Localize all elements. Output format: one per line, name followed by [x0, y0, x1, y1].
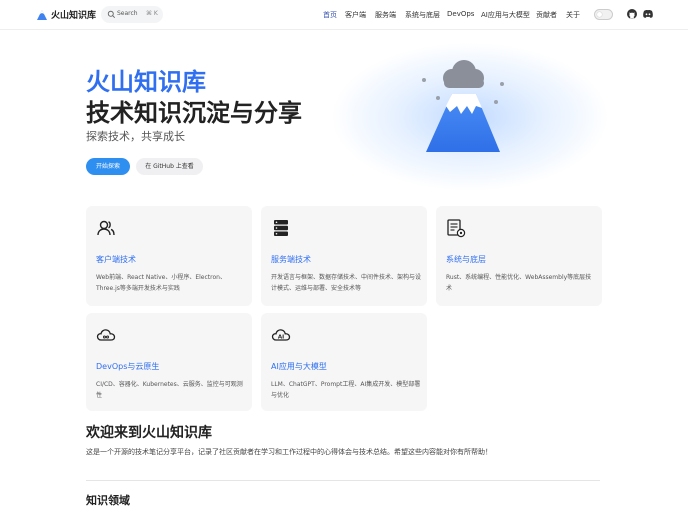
search-button[interactable]: Search ⌘ K: [101, 6, 163, 23]
feature-card-client[interactable]: 客户端技术 Web前端、React Native、小程序、Electron、Th…: [86, 206, 252, 306]
feature-desc: Rust、系统编程、性能优化、WebAssembly等底层技术: [446, 274, 592, 292]
svg-text:AI: AI: [278, 334, 284, 340]
feature-title: 客户端技术: [96, 255, 136, 264]
volcano-illustration-icon: [422, 60, 504, 152]
feature-card-devops[interactable]: DevOps与云原生 CI/CD、容器化、Kubernetes、云服务、监控与可…: [86, 313, 252, 411]
start-explore-button[interactable]: 开始探索: [86, 158, 130, 175]
feature-title: 服务端技术: [271, 255, 311, 264]
github-icon[interactable]: [626, 8, 638, 20]
feature-card-system[interactable]: 系统与底层 Rust、系统编程、性能优化、WebAssembly等底层技术: [436, 206, 602, 306]
nav-contributors[interactable]: 贡献者: [536, 10, 557, 20]
hero-tagline: 探索技术，共享成长: [86, 130, 185, 143]
welcome-text: 这是一个开源的技术笔记分享平台，记录了社区贡献者在学习和工作过程中的心得体会与技…: [86, 448, 492, 456]
feature-title: AI应用与大模型: [271, 362, 327, 371]
nav-devops[interactable]: DevOps: [447, 10, 474, 18]
feature-desc: 开发语言与框架、数据存储技术、中间件技术、架构与设计模式、运维与部署、安全技术等: [271, 274, 422, 292]
ai-icon: AI: [271, 329, 291, 341]
search-label: Search: [117, 10, 138, 17]
section-title: 知识领域: [86, 494, 130, 507]
feature-desc: CI/CD、容器化、Kubernetes、云服务、监控与可观测性: [96, 381, 243, 399]
feature-card-server[interactable]: 服务端技术 开发语言与框架、数据存储技术、中间件技术、架构与设计模式、运维与部署…: [261, 206, 427, 306]
hero-name: 火山知识库: [86, 68, 206, 96]
theme-toggle[interactable]: [594, 9, 613, 20]
nav-client[interactable]: 客户端: [345, 10, 366, 20]
search-shortcut: ⌘ K: [146, 10, 158, 17]
nav-server[interactable]: 服务端: [375, 10, 396, 20]
cloud-icon: [96, 329, 116, 341]
feature-card-ai[interactable]: AI AI应用与大模型 LLM、ChatGPT、Prompt工程、AI集成开发、…: [261, 313, 427, 411]
top-nav: 火山知识库 Search ⌘ K 首页 客户端 服务端 系统与底层 DevOps…: [0, 0, 688, 30]
users-icon: [97, 220, 115, 236]
nav-ai[interactable]: AI应用与大模型: [481, 10, 530, 20]
search-icon: [107, 10, 116, 19]
nav-home[interactable]: 首页: [323, 10, 337, 20]
site-title[interactable]: 火山知识库: [51, 8, 96, 21]
feature-title: 系统与底层: [446, 255, 486, 264]
welcome-title: 欢迎来到火山知识库: [86, 425, 212, 441]
hero-text: 技术知识沉淀与分享: [86, 99, 302, 127]
feature-desc: LLM、ChatGPT、Prompt工程、AI集成开发、模型部署与优化: [271, 381, 421, 399]
system-icon: [447, 219, 466, 238]
github-view-button[interactable]: 在 GitHub 上查看: [136, 158, 203, 175]
nav-system[interactable]: 系统与底层: [405, 10, 440, 20]
feature-title: DevOps与云原生: [96, 362, 160, 371]
section-divider: [86, 480, 600, 481]
nav-about[interactable]: 关于: [566, 10, 580, 20]
volcano-logo-icon[interactable]: [36, 9, 48, 21]
feature-desc: Web前端、React Native、小程序、Electron、Three.js…: [96, 274, 226, 292]
discord-icon[interactable]: [642, 8, 654, 20]
server-icon: [274, 220, 288, 236]
